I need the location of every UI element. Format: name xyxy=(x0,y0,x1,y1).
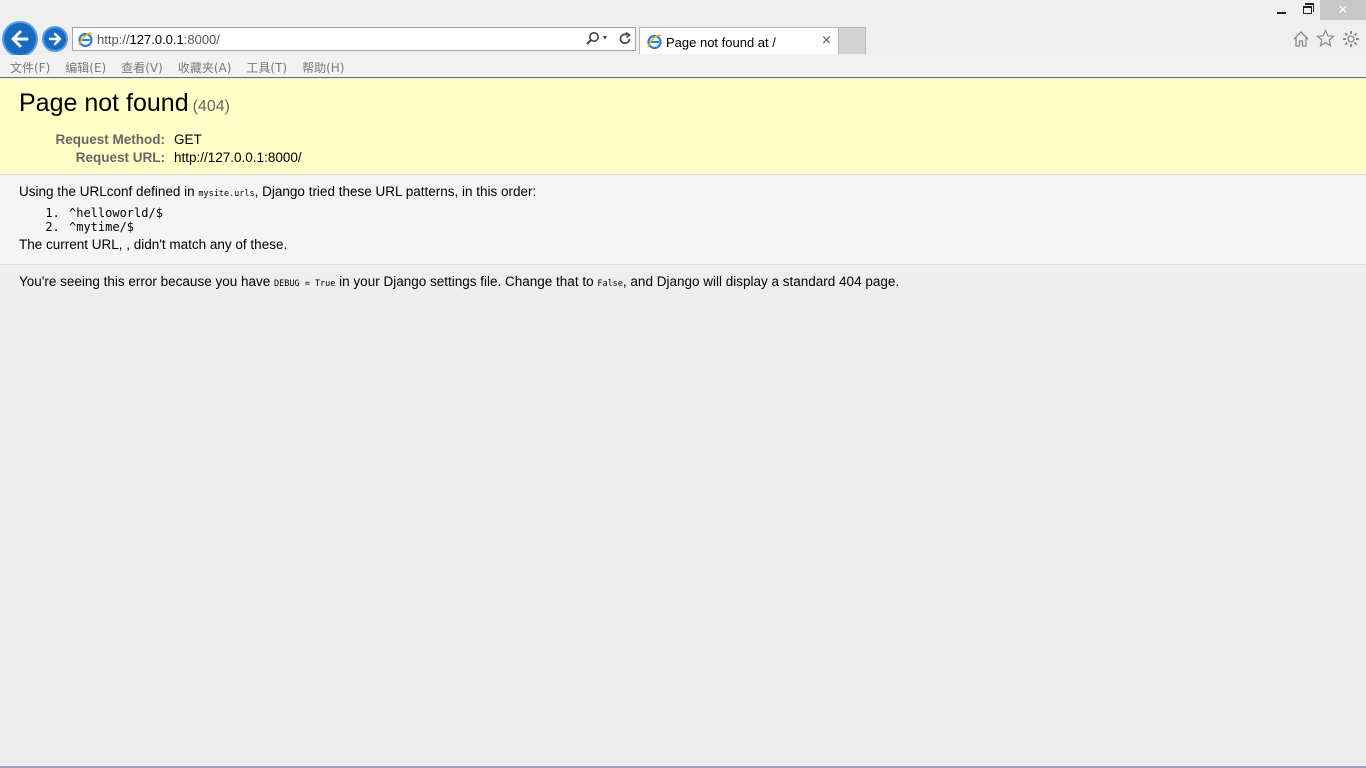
window-controls: ✕ xyxy=(1268,0,1366,20)
error-summary: Page not found (404) Request Method: GET … xyxy=(0,79,1366,175)
restore-button[interactable] xyxy=(1294,0,1320,20)
minimize-icon xyxy=(1276,12,1286,14)
forward-button[interactable] xyxy=(42,26,68,52)
toolbar-icons xyxy=(1291,29,1360,48)
menu-file[interactable]: 文件(F) xyxy=(3,55,58,77)
home-icon xyxy=(1293,30,1308,47)
restore-icon xyxy=(1302,3,1314,14)
favorites-button[interactable] xyxy=(1316,29,1335,48)
ie-logo-icon xyxy=(78,32,93,48)
request-meta: Request Method: GET Request URL: http://… xyxy=(19,131,1347,167)
debug-explanation: You're seeing this error because you hav… xyxy=(19,274,900,289)
menu-help[interactable]: 帮助(H) xyxy=(295,55,352,77)
status-code: (404) xyxy=(192,98,230,115)
no-match-message: The current URL, , didn't match any of t… xyxy=(19,237,288,252)
url-pattern-list: ^helloworld/$ ^mytime/$ xyxy=(67,206,1347,234)
urlconf-module: mysite.urls xyxy=(198,189,255,199)
menu-tools[interactable]: 工具(T) xyxy=(239,55,295,77)
url-pattern: ^mytime/$ xyxy=(67,220,1347,234)
urlconf-intro: Using the URLconf defined in mysite.urls… xyxy=(19,184,537,199)
page-title: Page not found (404) xyxy=(19,89,230,117)
page-content: Page not found (404) Request Method: GET … xyxy=(0,79,1366,767)
request-method-value: GET xyxy=(174,132,202,147)
back-button[interactable] xyxy=(2,21,38,57)
request-method-row: Request Method: GET xyxy=(19,131,1347,149)
address-url[interactable]: http://127.0.0.1:8000/ xyxy=(97,32,220,47)
debug-setting-code: DEBUG = True xyxy=(274,279,336,289)
ie-logo-icon xyxy=(647,34,662,50)
close-icon: ✕ xyxy=(1337,2,1349,18)
false-code: False xyxy=(597,279,623,289)
menu-view[interactable]: 查看(V) xyxy=(114,55,171,77)
menu-bar: 文件(F) 编辑(E) 查看(V) 收藏夹(A) 工具(T) 帮助(H) xyxy=(0,55,1366,78)
menu-favorites[interactable]: 收藏夹(A) xyxy=(171,55,240,77)
search-icon[interactable] xyxy=(585,31,601,47)
tab-active[interactable]: Page not found at / × xyxy=(639,27,839,54)
tab-title: Page not found at / xyxy=(666,35,776,50)
new-tab-button[interactable] xyxy=(839,27,866,54)
home-button[interactable] xyxy=(1291,29,1310,48)
browser-chrome: ✕ http://127.0.0.1:8000/ ▾ Page not foun… xyxy=(0,0,1366,78)
window-close-button[interactable]: ✕ xyxy=(1320,0,1366,20)
search-dropdown-icon[interactable]: ▾ xyxy=(603,33,607,42)
menu-edit[interactable]: 编辑(E) xyxy=(58,55,114,77)
settings-button[interactable] xyxy=(1341,29,1360,48)
arrow-left-icon xyxy=(11,30,29,48)
address-bar[interactable]: http://127.0.0.1:8000/ ▾ xyxy=(72,27,636,51)
tab-close-icon[interactable]: × xyxy=(821,33,832,48)
refresh-icon[interactable] xyxy=(617,31,633,47)
request-url-value: http://127.0.0.1:8000/ xyxy=(174,150,302,165)
gear-icon xyxy=(1342,30,1359,47)
urlconf-info: Using the URLconf defined in mysite.urls… xyxy=(0,175,1366,265)
request-url-row: Request URL: http://127.0.0.1:8000/ xyxy=(19,149,1347,167)
url-pattern: ^helloworld/$ xyxy=(67,206,1347,220)
minimize-button[interactable] xyxy=(1268,0,1294,20)
star-icon xyxy=(1316,29,1335,47)
request-url-label: Request URL: xyxy=(75,150,165,165)
request-method-label: Request Method: xyxy=(55,132,166,147)
arrow-right-icon xyxy=(48,32,62,46)
